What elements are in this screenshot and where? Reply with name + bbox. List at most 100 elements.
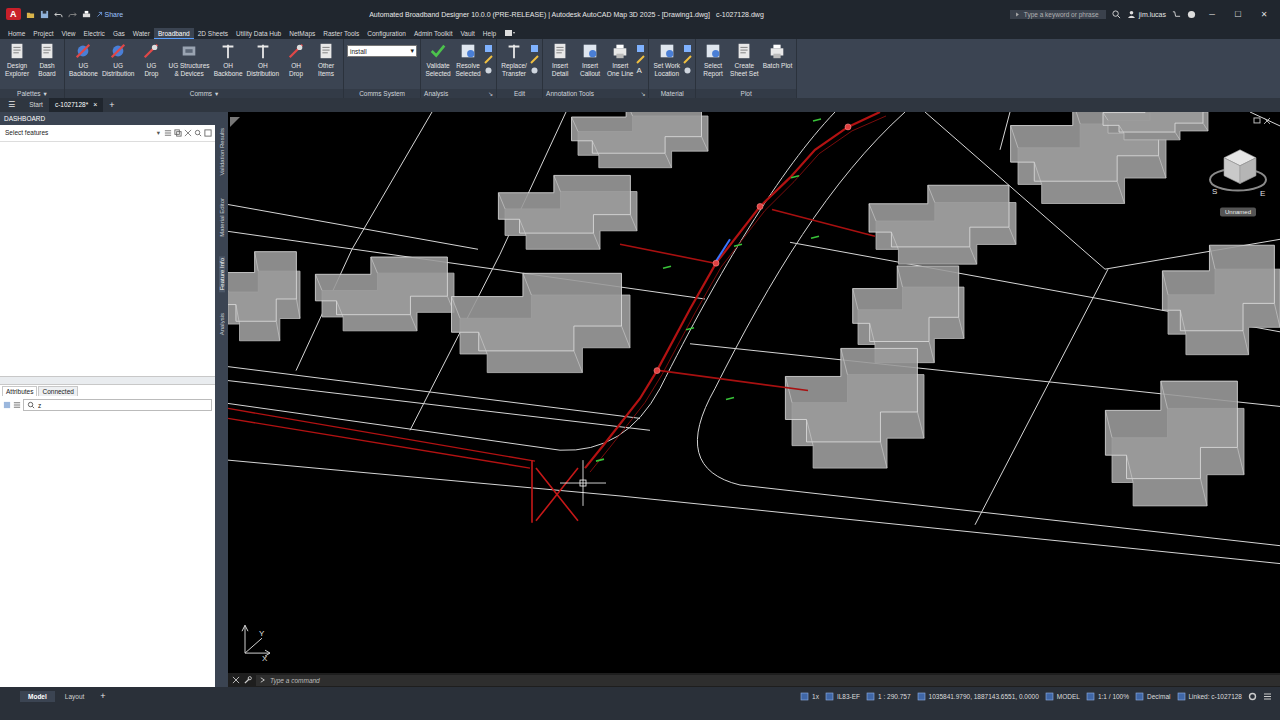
building[interactable] xyxy=(785,348,924,468)
new-tab-button[interactable]: + xyxy=(103,98,120,112)
palette-tab[interactable]: Attributes xyxy=(2,386,37,396)
tool-icon[interactable] xyxy=(530,55,539,64)
ribbon-button[interactable]: InsertCallout xyxy=(576,42,604,77)
layout-tab[interactable]: Layout xyxy=(57,691,93,702)
status-item[interactable]: 1 : 290.757 xyxy=(866,692,911,701)
building[interactable] xyxy=(572,112,709,168)
ribbon-tab[interactable]: Project xyxy=(29,28,57,39)
list-icon[interactable] xyxy=(164,129,172,137)
building[interactable] xyxy=(228,252,300,341)
feature-selector[interactable]: Select features▾ xyxy=(3,128,162,138)
tool-icon[interactable] xyxy=(484,66,493,75)
ribbon-button[interactable]: DesignExplorer xyxy=(3,42,31,77)
tool-icon[interactable] xyxy=(484,44,493,53)
comms-system-dropdown[interactable]: install▾ xyxy=(347,45,417,57)
building[interactable] xyxy=(315,257,454,331)
ribbon-button[interactable]: InsertOne Line xyxy=(606,42,634,77)
ribbon-tab[interactable]: NetMaps xyxy=(285,28,319,39)
share-button[interactable]: Share xyxy=(96,11,124,18)
help-icon[interactable] xyxy=(1187,10,1196,19)
ribbon-tab[interactable]: Gas xyxy=(109,28,129,39)
ribbon-tab[interactable]: Vault xyxy=(456,28,478,39)
layout-tab[interactable]: Model xyxy=(20,691,55,702)
add-layout-button[interactable]: + xyxy=(94,690,111,702)
export-icon[interactable] xyxy=(204,129,212,137)
tool-icon[interactable] xyxy=(683,55,692,64)
ribbon-tab[interactable]: Admin Toolkit xyxy=(410,28,457,39)
ribbon-button[interactable]: UGDrop xyxy=(137,42,165,77)
ribbon-button[interactable]: ResolveSelected xyxy=(454,42,482,77)
table-view-icon[interactable] xyxy=(13,401,21,409)
ribbon-button[interactable]: UGDistribution xyxy=(101,42,136,77)
ribbon-button[interactable]: OtherItems xyxy=(312,42,340,77)
status-item[interactable]: 1:1 / 100% xyxy=(1086,692,1129,701)
app-icon[interactable]: A xyxy=(6,8,21,20)
fiber-cable[interactable] xyxy=(228,112,886,523)
window-control[interactable]: ☐ xyxy=(1228,10,1248,19)
ribbon-tab[interactable]: Electric xyxy=(80,28,109,39)
ribbon-button[interactable]: UG Structures& Devices xyxy=(167,42,210,77)
side-tab[interactable]: Analysis xyxy=(219,311,225,337)
customize-icon[interactable] xyxy=(1263,692,1272,701)
ribbon-button[interactable]: InsertDetail xyxy=(546,42,574,77)
ribbon-tab[interactable]: 2D Sheets xyxy=(194,28,232,39)
ribbon-group-title[interactable]: Palettes▾ xyxy=(0,89,64,98)
tool-icon[interactable] xyxy=(484,55,493,64)
splice-point[interactable] xyxy=(757,204,763,210)
splice-point[interactable] xyxy=(845,124,851,130)
close-viewport-icon[interactable] xyxy=(1264,118,1270,124)
ribbon-button[interactable]: DashBoard xyxy=(33,42,61,77)
status-toggle-icon[interactable] xyxy=(1177,692,1186,701)
user-menu[interactable]: jim.lucas xyxy=(1127,10,1166,19)
ribbon-group-title[interactable]: Analysis↘ xyxy=(421,89,496,98)
cart-icon[interactable] xyxy=(1172,10,1181,19)
ribbon-group-title[interactable]: Comms▾ xyxy=(65,89,343,98)
ribbon-group-title[interactable]: Edit xyxy=(497,89,542,98)
ribbon-button[interactable]: CreateSheet Set xyxy=(729,42,760,77)
building[interactable] xyxy=(452,273,631,372)
drawing-canvas[interactable]: SEUnnamedYX xyxy=(228,112,1280,673)
restore-viewport-icon[interactable] xyxy=(1254,118,1260,123)
ribbon-button[interactable]: Batch Plot xyxy=(762,42,794,70)
ribbon-button[interactable]: OHDrop xyxy=(282,42,310,77)
tool-icon[interactable] xyxy=(636,44,645,53)
building[interactable] xyxy=(1162,245,1280,354)
palette-splitter[interactable] xyxy=(0,376,215,385)
status-item[interactable]: MODEL xyxy=(1045,692,1080,701)
ribbon-tab[interactable]: Utility Data Hub xyxy=(232,28,285,39)
ribbon-button[interactable]: SelectReport xyxy=(699,42,727,77)
view-name-badge[interactable] xyxy=(1220,207,1256,216)
side-tab[interactable]: Material Editor xyxy=(219,196,225,239)
status-toggle-icon[interactable] xyxy=(1045,692,1054,701)
status-item[interactable]: IL83-EF xyxy=(825,692,860,701)
side-tab[interactable]: Validation Results xyxy=(219,126,225,178)
redo-icon[interactable] xyxy=(68,10,77,19)
status-item[interactable]: Linked: c-1027128 xyxy=(1177,692,1243,701)
ribbon-group-title[interactable]: Material xyxy=(649,89,695,98)
ribbon-button[interactable]: OHBackbone xyxy=(213,42,244,77)
ribbon-button[interactable]: ValidateSelected xyxy=(424,42,452,77)
ribbon-group-title[interactable]: Comms System xyxy=(344,89,420,98)
building[interactable] xyxy=(869,185,1016,264)
delete-icon[interactable] xyxy=(184,129,192,137)
help-search[interactable]: Type a keyword or phrase xyxy=(1010,10,1106,19)
tool-icon[interactable] xyxy=(683,66,692,75)
ribbon-group-title[interactable]: Annotation Tools↘ xyxy=(543,89,648,98)
status-item[interactable]: 1035841.9790, 1887143.6551, 0.0000 xyxy=(917,692,1039,701)
status-item[interactable]: Decimal xyxy=(1135,692,1170,701)
zoom-icon[interactable] xyxy=(194,129,202,137)
copy-icon[interactable] xyxy=(174,129,182,137)
side-tab[interactable]: Feature Info xyxy=(219,256,225,292)
file-tab[interactable]: Start xyxy=(23,98,49,112)
close-tab-button[interactable]: × xyxy=(93,98,97,112)
wrench-icon[interactable] xyxy=(244,676,252,684)
status-toggle-icon[interactable] xyxy=(800,692,809,701)
ribbon-button[interactable]: Set WorkLocation xyxy=(652,42,681,77)
tool-icon[interactable] xyxy=(530,66,539,75)
building[interactable] xyxy=(498,175,637,249)
window-control[interactable]: ✕ xyxy=(1254,10,1274,19)
ribbon-tab[interactable]: Home xyxy=(4,28,29,39)
tool-icon[interactable] xyxy=(530,44,539,53)
ribbon-tab[interactable]: View xyxy=(58,28,80,39)
file-tab[interactable]: c-1027128*× xyxy=(49,98,103,112)
